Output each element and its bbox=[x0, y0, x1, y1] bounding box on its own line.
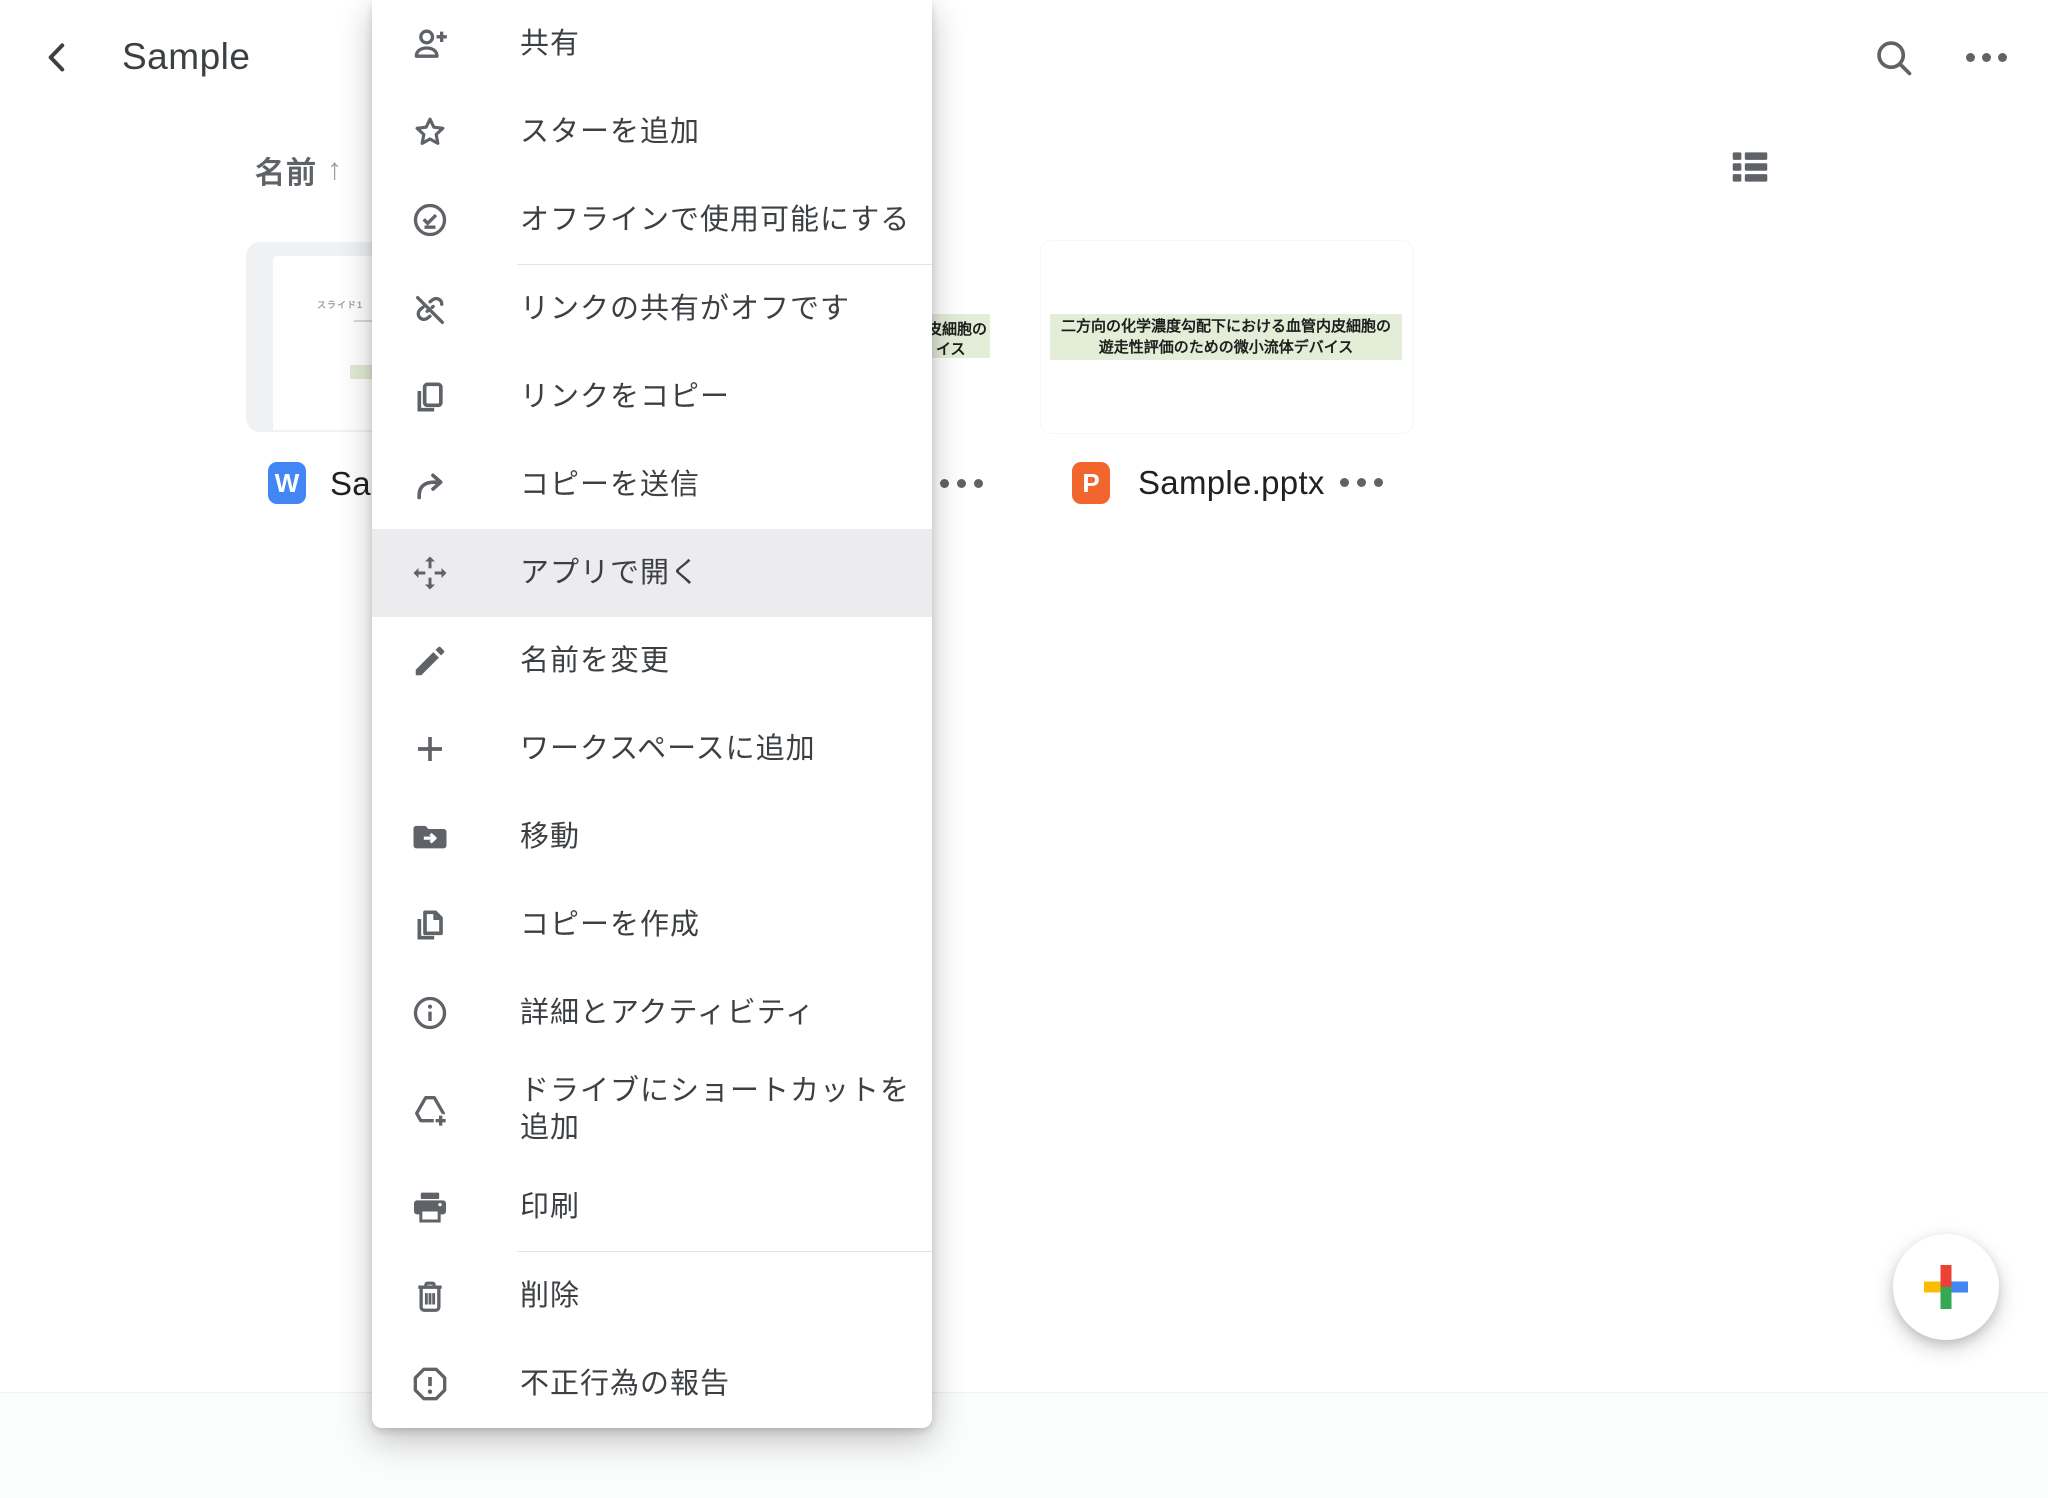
google-plus-icon bbox=[1922, 1263, 1970, 1311]
highlight-text-fragment: イス bbox=[936, 338, 966, 359]
menu-item-report-abuse[interactable]: 不正行為の報告 bbox=[372, 1340, 932, 1428]
more-horizontal-icon bbox=[940, 479, 949, 488]
menu-item-label: オフラインで使用可能にする bbox=[520, 202, 910, 239]
menu-item-copy-link[interactable]: リンクをコピー bbox=[372, 353, 932, 441]
menu-item-label: 共有 bbox=[520, 26, 580, 63]
file-name: Sample.pptx bbox=[1138, 464, 1325, 502]
file-tile2-more-button[interactable] bbox=[940, 479, 983, 488]
drive-shortcut-icon bbox=[410, 1090, 450, 1130]
menu-item-print[interactable]: 印刷 bbox=[372, 1163, 932, 1251]
menu-item-label: ドライブにショートカットを 追加 bbox=[520, 1073, 910, 1147]
back-button[interactable] bbox=[34, 30, 82, 82]
person-add-icon bbox=[410, 24, 450, 64]
link-off-icon bbox=[410, 289, 450, 329]
star-icon bbox=[410, 112, 450, 152]
file-tile3-highlight-text: 二方向の化学濃度勾配下における血管内皮細胞の 遊走性評価のための微小流体デバイス bbox=[1050, 314, 1402, 360]
highlight-text-fragment: 皮細胞の bbox=[927, 318, 987, 339]
powerpoint-file-badge: P bbox=[1072, 462, 1110, 504]
menu-item-share[interactable]: 共有 bbox=[372, 0, 932, 88]
report-icon bbox=[410, 1364, 450, 1404]
highlight-text-line: 遊走性評価のための微小流体デバイス bbox=[1099, 337, 1354, 358]
menu-item-label: 詳細とアクティビティ bbox=[520, 995, 815, 1032]
menu-item-open-with-app[interactable]: アプリで開く bbox=[372, 529, 932, 617]
offline-pin-icon bbox=[410, 200, 450, 240]
menu-item-add-star[interactable]: スターを追加 bbox=[372, 88, 932, 176]
bottom-navigation-bar bbox=[0, 1392, 2048, 1498]
word-file-badge: W bbox=[268, 462, 306, 504]
file-context-menu: 共有 スターを追加 オフラインで使用可能にする bbox=[372, 0, 932, 1428]
chevron-left-icon bbox=[41, 32, 75, 80]
plus-icon bbox=[410, 729, 450, 769]
menu-item-available-offline[interactable]: オフラインで使用可能にする bbox=[372, 176, 932, 264]
list-view-toggle-button[interactable] bbox=[1729, 148, 1771, 186]
menu-item-label: アプリで開く bbox=[520, 555, 700, 592]
thumbnail-heading: スライド1 bbox=[317, 298, 363, 311]
highlight-text-line: 二方向の化学濃度勾配下における血管内皮細胞の bbox=[1061, 316, 1391, 337]
sort-button[interactable]: 名前 ↑ bbox=[255, 148, 342, 192]
menu-item-label: 不正行為の報告 bbox=[520, 1366, 730, 1403]
menu-item-label: 削除 bbox=[520, 1278, 580, 1315]
copy-icon bbox=[410, 377, 450, 417]
more-horizontal-icon bbox=[1340, 478, 1349, 487]
page-title: Sample bbox=[122, 36, 250, 78]
menu-item-add-shortcut-to-drive[interactable]: ドライブにショートカットを 追加 bbox=[372, 1057, 932, 1163]
menu-item-move[interactable]: 移動 bbox=[372, 793, 932, 881]
menu-item-add-to-workspace[interactable]: ワークスペースに追加 bbox=[372, 705, 932, 793]
file-name: Sa bbox=[330, 465, 371, 503]
folder-move-icon bbox=[410, 817, 450, 857]
list-view-icon bbox=[1729, 148, 1771, 186]
delete-icon bbox=[410, 1276, 450, 1316]
send-copy-icon bbox=[410, 465, 450, 505]
sort-ascending-icon: ↑ bbox=[327, 153, 342, 187]
file-tile3-more-button[interactable] bbox=[1340, 478, 1383, 487]
pencil-icon bbox=[410, 641, 450, 681]
file-copy-icon bbox=[410, 905, 450, 945]
menu-item-label: リンクをコピー bbox=[520, 379, 730, 416]
menu-item-rename[interactable]: 名前を変更 bbox=[372, 617, 932, 705]
menu-item-label: リンクの共有がオフです bbox=[520, 291, 850, 328]
search-button[interactable] bbox=[1871, 35, 1915, 79]
menu-item-label: 印刷 bbox=[520, 1189, 580, 1226]
menu-item-label: ワークスペースに追加 bbox=[520, 731, 816, 768]
menu-item-delete[interactable]: 削除 bbox=[372, 1252, 932, 1340]
create-new-fab[interactable] bbox=[1893, 1234, 1999, 1340]
more-horizontal-icon bbox=[1966, 53, 1975, 62]
print-icon bbox=[410, 1187, 450, 1227]
sort-label: 名前 bbox=[255, 148, 317, 192]
menu-item-label: コピーを作成 bbox=[520, 907, 700, 944]
open-with-icon bbox=[410, 553, 450, 593]
menu-item-label: コピーを送信 bbox=[520, 467, 700, 504]
menu-item-make-copy[interactable]: コピーを作成 bbox=[372, 881, 932, 969]
menu-item-send-copy[interactable]: コピーを送信 bbox=[372, 441, 932, 529]
menu-item-label: 移動 bbox=[520, 819, 580, 856]
menu-item-details-activity[interactable]: 詳細とアクティビティ bbox=[372, 969, 932, 1057]
menu-item-link-sharing-off[interactable]: リンクの共有がオフです bbox=[372, 265, 932, 353]
overflow-menu-button[interactable] bbox=[1966, 42, 2022, 72]
menu-item-label: スターを追加 bbox=[520, 114, 700, 151]
info-icon bbox=[410, 993, 450, 1033]
menu-item-label: 名前を変更 bbox=[520, 643, 670, 680]
search-icon bbox=[1871, 35, 1915, 79]
